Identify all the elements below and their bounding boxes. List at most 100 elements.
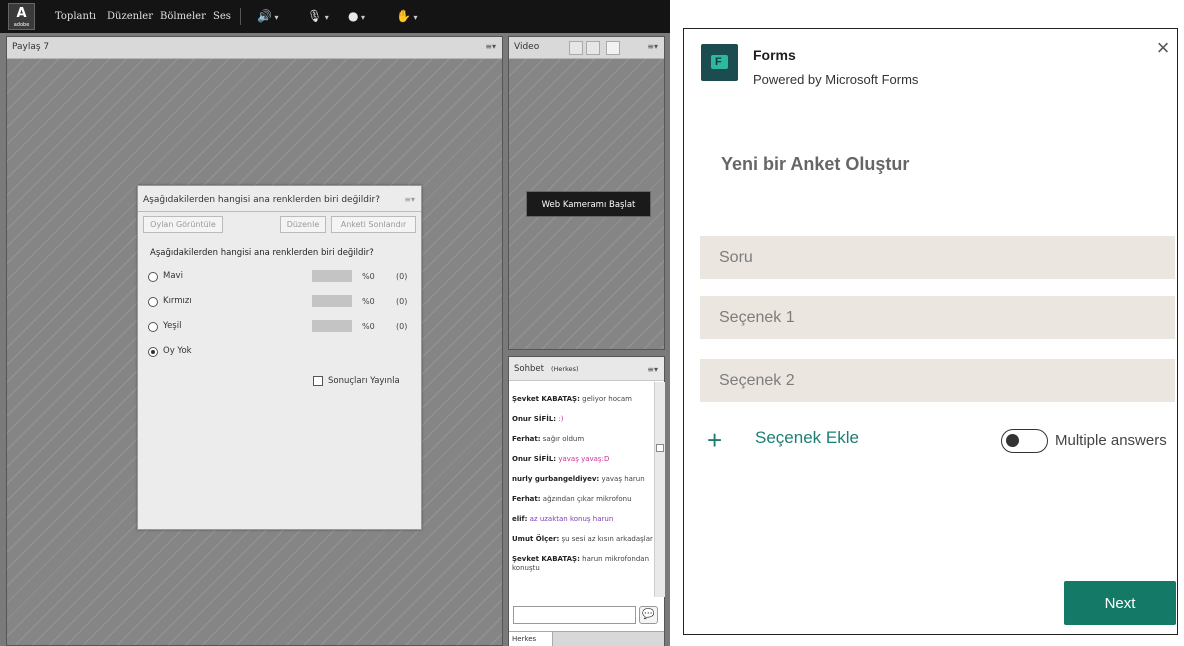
- option-percent: %0: [362, 272, 375, 281]
- chat-message: Şevket KABATAŞ: geliyor hocam: [512, 395, 632, 403]
- view-votes-button[interactable]: Oylan Görüntüle: [143, 216, 223, 233]
- chat-text: geliyor hocam: [579, 395, 632, 403]
- app-title: Forms: [753, 47, 796, 63]
- radio-button[interactable]: [148, 272, 158, 282]
- filmstrip-view-icon[interactable]: [586, 41, 600, 55]
- poll-menu-icon[interactable]: ≡▾: [404, 195, 415, 204]
- menu-meeting[interactable]: Toplantı: [55, 10, 96, 24]
- video-pod-header: Video ≡▾: [509, 37, 664, 59]
- share-pod-title: Paylaş 7: [12, 42, 50, 52]
- result-bar: [312, 295, 352, 307]
- chat-text: harun mikrofondan: [579, 555, 650, 563]
- plus-icon[interactable]: +: [707, 427, 722, 453]
- option-count: (0): [396, 297, 408, 306]
- divider: [138, 211, 421, 212]
- radio-button[interactable]: [148, 322, 158, 332]
- chat-message: Onur SİFİL: :): [512, 415, 564, 423]
- chat-title: Sohbet: [514, 364, 544, 374]
- chat-text: :): [556, 415, 564, 423]
- chat-input[interactable]: [513, 606, 636, 624]
- chat-message: Ferhat: ağzından çıkar mikrofonu: [512, 495, 632, 503]
- poll-option-no-vote[interactable]: Oy Yok: [148, 345, 413, 359]
- forms-logo-icon: [701, 44, 738, 81]
- radio-button[interactable]: [148, 297, 158, 307]
- poll-question: Aşağıdakilerden hangisi ana renklerden b…: [150, 248, 374, 258]
- chat-text: ağzından çıkar mikrofonu: [540, 495, 632, 503]
- pod-options-icon[interactable]: ≡▾: [647, 42, 658, 51]
- chat-tab-strip: [553, 631, 664, 646]
- webcam-icon[interactable]: ● ▾: [348, 7, 365, 25]
- multiple-answers-label: Multiple answers: [1055, 432, 1167, 449]
- chat-tab-everyone[interactable]: Herkes: [509, 631, 553, 646]
- start-webcam-button[interactable]: Web Kameramı Başlat: [526, 191, 651, 217]
- poll-option[interactable]: Kırmızı %0 (0): [148, 295, 413, 309]
- close-icon[interactable]: ×: [1154, 37, 1172, 59]
- option-label: Oy Yok: [163, 346, 192, 356]
- toggle-knob: [1006, 434, 1019, 447]
- share-pod-header: Paylaş 7 ≡▾: [7, 37, 502, 59]
- option-1-input[interactable]: [700, 296, 1175, 339]
- chat-message: Ferhat: sağır oldum: [512, 435, 585, 443]
- chat-text: şu sesi az kısın arkadaşlar: [559, 535, 653, 543]
- toolbar-divider: [240, 8, 241, 25]
- send-message-icon[interactable]: 💬: [639, 606, 658, 624]
- grid-view-icon[interactable]: [569, 41, 583, 55]
- video-area: Web Kameramı Başlat: [509, 59, 664, 349]
- chat-messages: Şevket KABATAŞ: geliyor hocam Onur SİFİL…: [512, 395, 653, 584]
- publish-results-checkbox[interactable]: [313, 376, 323, 386]
- forms-dialog: Forms Powered by Microsoft Forms × Yeni …: [683, 28, 1178, 635]
- chat-message: Onur SİFİL: yavaş yavaş:D: [512, 455, 610, 463]
- menu-pods[interactable]: Bölmeler: [160, 10, 206, 24]
- add-option-link[interactable]: Seçenek Ekle: [755, 428, 859, 448]
- chat-scrollbar[interactable]: [654, 382, 665, 597]
- chat-message: Umut Ölçer: şu sesi az kısın arkadaşlar: [512, 535, 653, 543]
- result-bar: [312, 270, 352, 282]
- raise-hand-icon[interactable]: ✋ ▾: [396, 7, 418, 25]
- chat-text: yavaş harun: [599, 475, 645, 483]
- menu-layouts[interactable]: Düzenler: [107, 10, 153, 24]
- adobe-logo-icon: Aadobe: [8, 3, 35, 30]
- multiple-answers-toggle[interactable]: [1001, 429, 1048, 453]
- chat-message: elif: az uzaktan konuş harun: [512, 515, 614, 523]
- poll-window: Aşağıdakilerden hangisi ana renklerden b…: [137, 185, 422, 530]
- meeting-menu-bar: Aadobe Toplantı Düzenler Bölmeler Ses 🔊 …: [0, 0, 670, 33]
- chat-message-continued: konuştu: [512, 564, 652, 573]
- option-label: Yeşil: [163, 321, 182, 331]
- pod-options-icon[interactable]: ≡▾: [647, 365, 658, 374]
- share-pod: Paylaş 7 ≡▾ Aşağıdakilerden hangisi ana …: [6, 36, 503, 646]
- microphone-icon[interactable]: 🎙 ▾: [307, 7, 329, 25]
- menu-audio[interactable]: Ses: [213, 10, 231, 24]
- poll-option[interactable]: Mavi %0 (0): [148, 270, 413, 284]
- adobe-connect-window: Aadobe Toplantı Düzenler Bölmeler Ses 🔊 …: [0, 0, 670, 646]
- option-percent: %0: [362, 322, 375, 331]
- chat-text: az uzaktan konuş harun: [527, 515, 614, 523]
- option-count: (0): [396, 322, 408, 331]
- scroll-thumb[interactable]: [656, 444, 664, 452]
- poll-option[interactable]: Yeşil %0 (0): [148, 320, 413, 334]
- next-button[interactable]: Next: [1064, 581, 1176, 625]
- result-bar: [312, 320, 352, 332]
- pod-options-icon[interactable]: ≡▾: [485, 42, 496, 51]
- chat-scope: (Herkes): [551, 365, 579, 373]
- layout-view-icon[interactable]: [606, 41, 620, 55]
- chat-text: sağır oldum: [540, 435, 585, 443]
- powered-by-text: Powered by Microsoft Forms: [753, 72, 919, 87]
- poll-title: Aşağıdakilerden hangisi ana renklerden b…: [143, 195, 380, 205]
- question-input[interactable]: [700, 236, 1175, 279]
- end-poll-button[interactable]: Anketi Sonlandır: [331, 216, 416, 233]
- chat-text: konuştu: [512, 564, 540, 572]
- chat-pod: Sohbet (Herkes) ≡▾ Şevket KABATAŞ: geliy…: [508, 356, 665, 646]
- chat-header: Sohbet (Herkes) ≡▾: [509, 357, 664, 381]
- page-title: Yeni bir Anket Oluştur: [721, 154, 910, 174]
- video-pod: Video ≡▾ Web Kameramı Başlat: [508, 36, 665, 350]
- option-label: Mavi: [163, 271, 183, 281]
- video-pod-title: Video: [514, 42, 540, 52]
- radio-button-selected[interactable]: [148, 347, 158, 357]
- option-2-input[interactable]: [700, 359, 1175, 402]
- chat-text: yavaş yavaş:D: [556, 455, 610, 463]
- chat-message: Şevket KABATAŞ: harun mikrofondan: [512, 555, 650, 563]
- edit-poll-button[interactable]: Düzenle: [280, 216, 326, 233]
- share-area: Aşağıdakilerden hangisi ana renklerden b…: [7, 59, 502, 645]
- speaker-icon[interactable]: 🔊 ▾: [257, 7, 279, 25]
- publish-results-label: Sonuçları Yayınla: [328, 376, 400, 386]
